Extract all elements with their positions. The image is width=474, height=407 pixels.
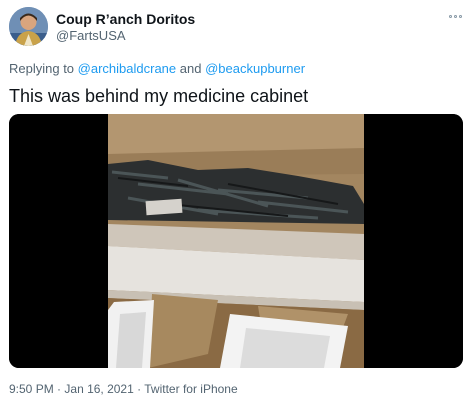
video-media[interactable] — [9, 114, 463, 368]
replying-prefix: Replying to — [9, 61, 75, 76]
tweet-source[interactable]: Twitter for iPhone — [144, 382, 237, 396]
author-display-name[interactable]: Coup R’anch Doritos — [56, 11, 195, 27]
more-dot — [448, 14, 452, 18]
meta-separator: · — [137, 382, 142, 396]
avatar[interactable] — [9, 7, 48, 46]
tweet-time[interactable]: 9:50 PM — [9, 382, 54, 396]
more-dot — [458, 14, 462, 18]
reply-user-link[interactable]: @beackupburner — [205, 61, 305, 76]
more-dot — [453, 14, 457, 18]
more-options-icon[interactable] — [444, 9, 466, 23]
tweet: Coup R’anch Doritos @FartsUSA Replying t… — [0, 0, 474, 407]
meta-separator: · — [57, 382, 62, 396]
replying-to-line: Replying to @archibaldcrane and @beackup… — [9, 61, 305, 76]
replying-joiner: and — [179, 61, 202, 76]
tweet-meta: 9:50 PM · Jan 16, 2021 · Twitter for iPh… — [9, 382, 238, 396]
reply-user-link[interactable]: @archibaldcrane — [78, 61, 176, 76]
author-handle[interactable]: @FartsUSA — [56, 28, 126, 43]
tweet-date[interactable]: Jan 16, 2021 — [64, 382, 133, 396]
tweet-text: This was behind my medicine cabinet — [9, 86, 309, 106]
